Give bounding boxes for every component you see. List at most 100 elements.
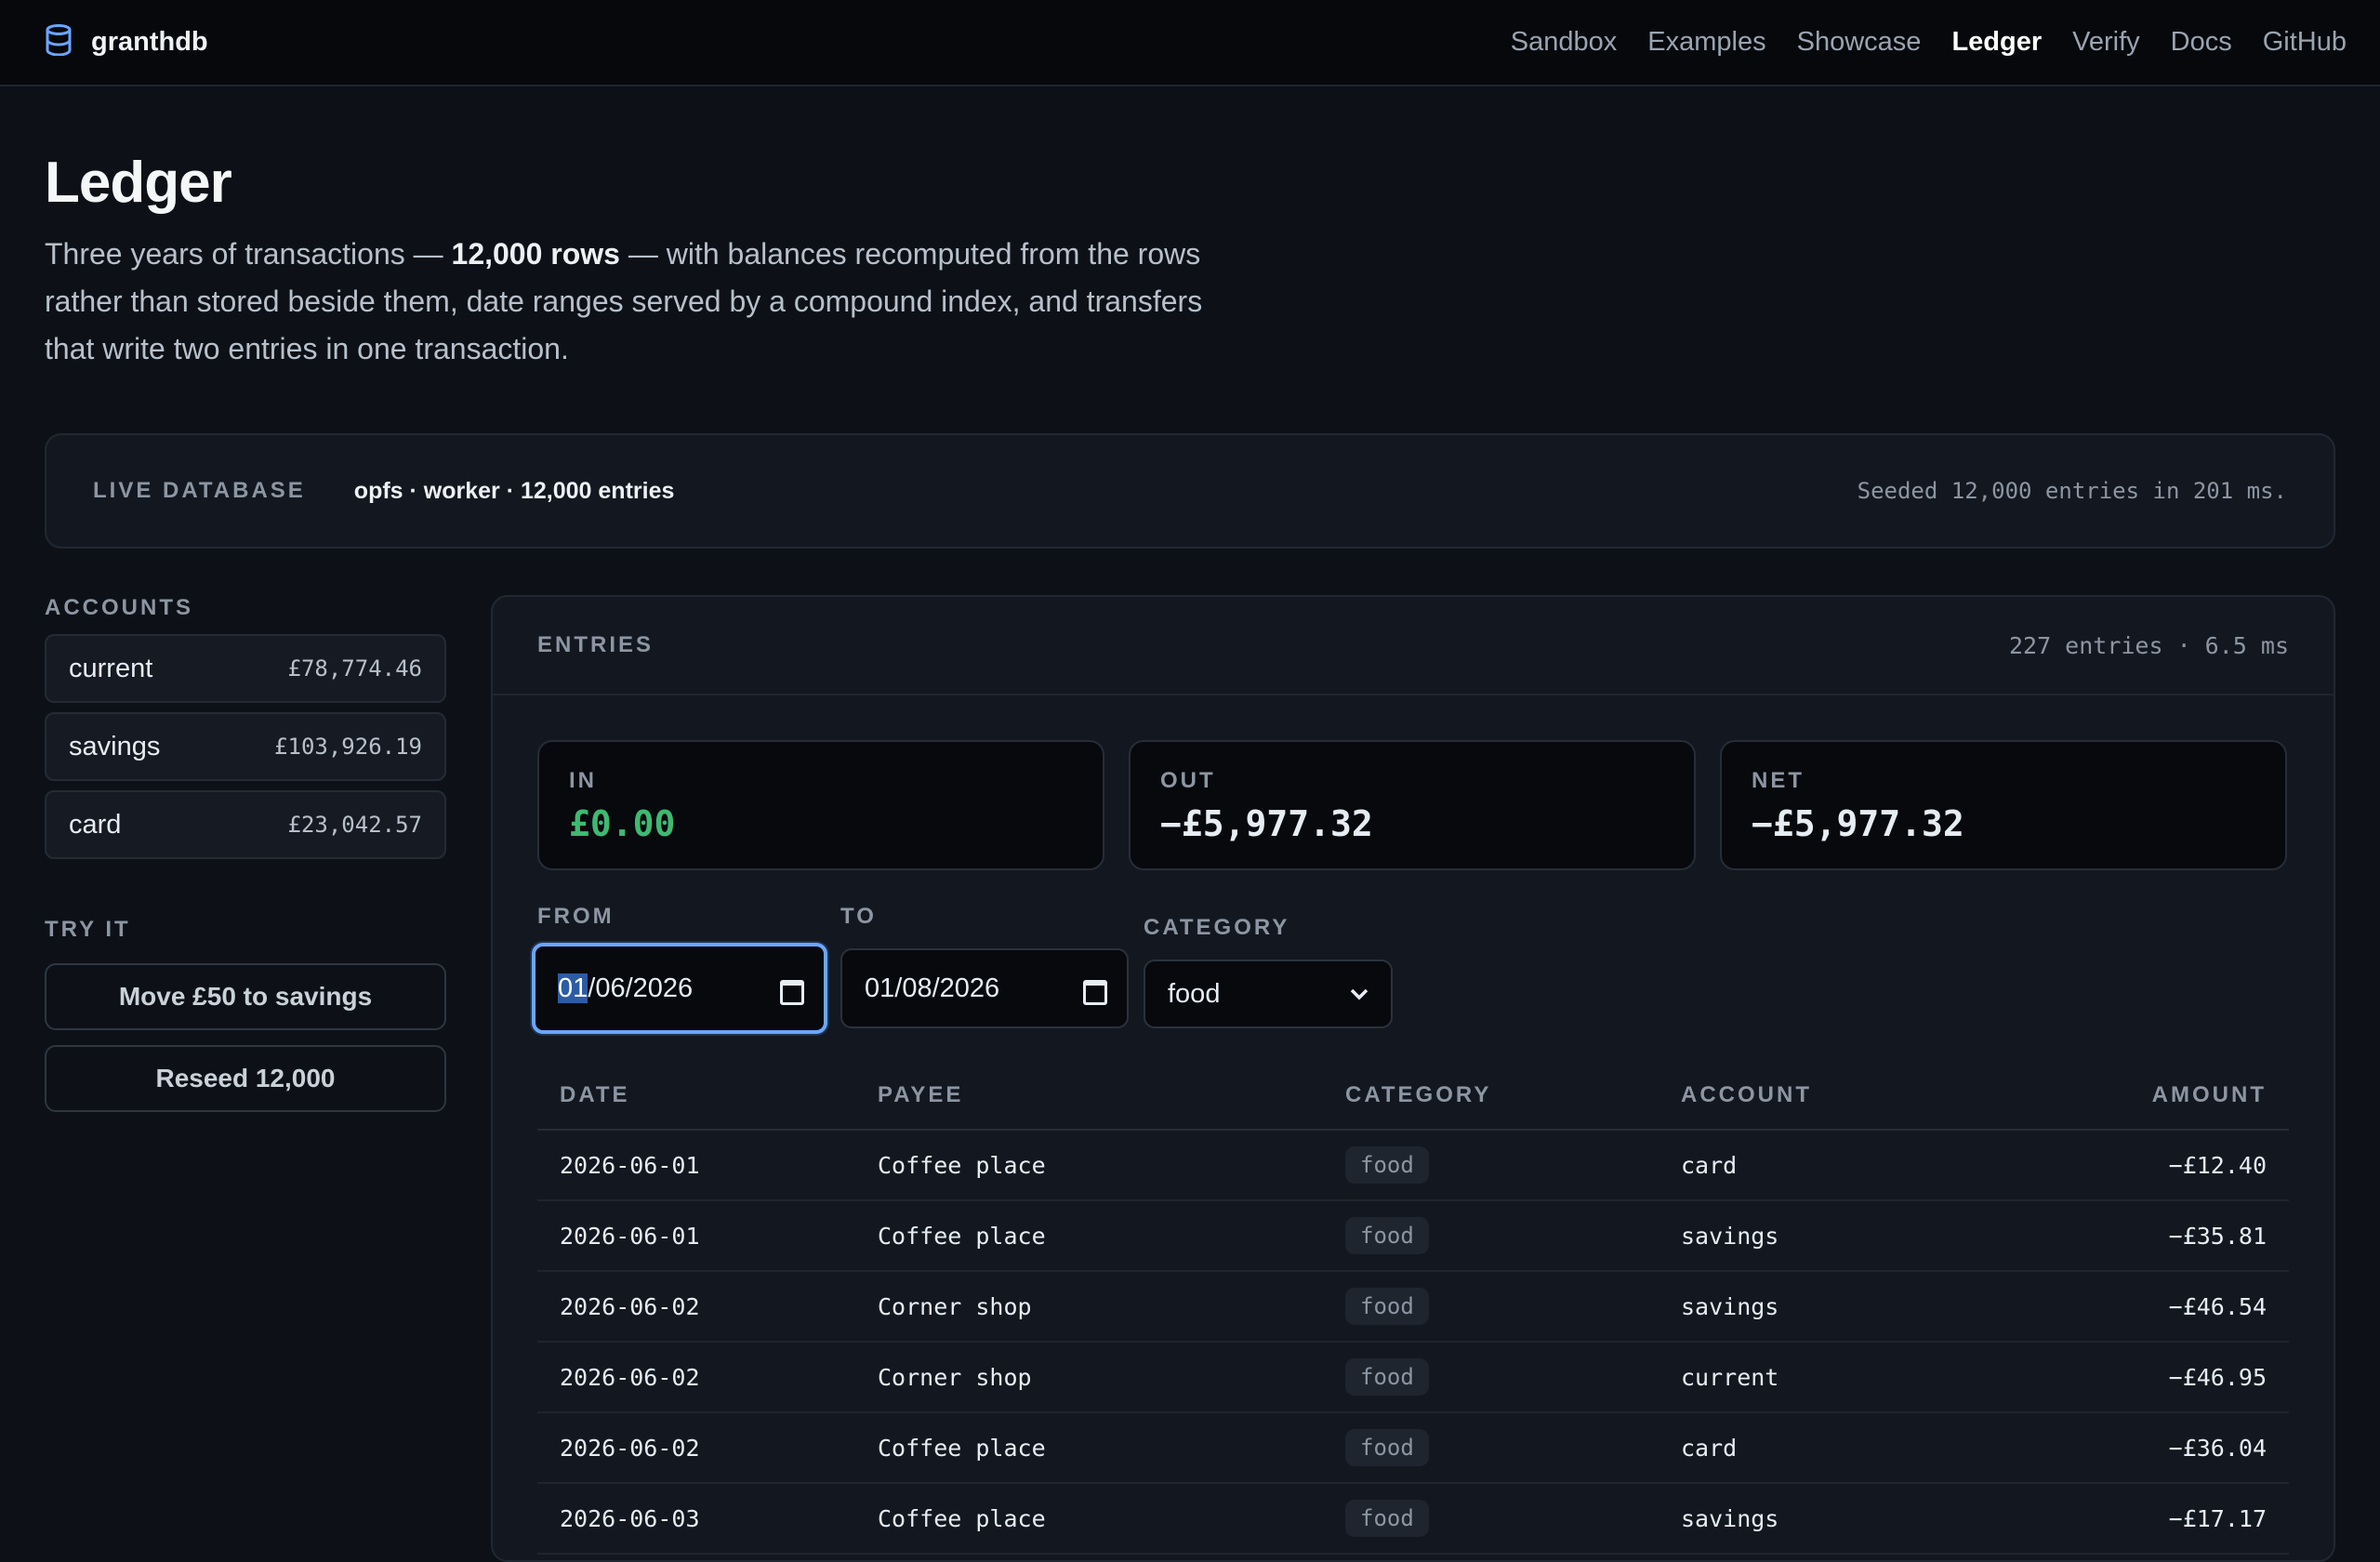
page-title: Ledger [45, 151, 232, 215]
reseed-button[interactable]: Reseed 12,000 [45, 1045, 446, 1112]
col-category[interactable]: CATEGORY [1345, 1082, 1681, 1108]
stat-in-label: IN [569, 768, 597, 793]
nav-docs[interactable]: Docs [2171, 27, 2232, 58]
database-meta: opfs · worker · 12,000 entries [353, 477, 675, 504]
from-date-input[interactable]: 01/06/2026 [532, 943, 827, 1034]
cell-payee: Corner shop [878, 1363, 1032, 1391]
stat-in-value: £0.00 [569, 803, 676, 844]
live-database-label: LIVE DATABASE [93, 478, 306, 503]
nav-github[interactable]: GitHub [2263, 27, 2347, 58]
table-row[interactable]: 2026-06-02 Corner shop food current −£46… [537, 1343, 2289, 1413]
accounts-heading: ACCOUNTS [45, 595, 193, 620]
database-icon [45, 24, 73, 60]
cell-amount: −£17.17 [2168, 1504, 2267, 1532]
account-card[interactable]: card £23,042.57 [45, 790, 446, 859]
cell-payee: Coffee place [878, 1151, 1046, 1179]
lead-text-1: Three years of transactions — [45, 237, 452, 271]
entries-table: DATE PAYEE CATEGORY ACCOUNT AMOUNT 2026-… [537, 1062, 2289, 1555]
account-current[interactable]: current £78,774.46 [45, 634, 446, 703]
from-date-value: 01/06/2026 [558, 973, 693, 1004]
category-tag: food [1345, 1500, 1429, 1537]
brand-name: granthdb [91, 27, 208, 57]
nav-ledger[interactable]: Ledger [1951, 27, 2042, 58]
entries-panel: ENTRIES 227 entries · 6.5 ms IN £0.00 OU… [491, 595, 2335, 1562]
category-tag: food [1345, 1429, 1429, 1466]
table-header: DATE PAYEE CATEGORY ACCOUNT AMOUNT [537, 1062, 2289, 1131]
cell-category: food [1345, 1146, 1681, 1184]
table-row[interactable]: 2026-06-03 Coffee place food savings −£1… [537, 1484, 2289, 1555]
nav-verify[interactable]: Verify [2072, 27, 2140, 58]
from-date-rest: /06/2026 [588, 973, 694, 1003]
category-label: CATEGORY [1144, 915, 1290, 940]
cell-amount: −£12.40 [2168, 1151, 2267, 1179]
cell-account: card [1681, 1151, 1738, 1179]
cell-date: 2026-06-02 [560, 1434, 700, 1462]
page-description: Three years of transactions — 12,000 row… [45, 231, 1216, 373]
account-balance: £78,774.46 [287, 655, 423, 682]
stat-net-label: NET [1752, 768, 1805, 793]
stat-net-value: −£5,977.32 [1752, 803, 1964, 844]
stat-out-label: OUT [1160, 768, 1216, 793]
cell-amount: −£35.81 [2168, 1222, 2267, 1250]
cell-amount: −£46.54 [2168, 1292, 2267, 1320]
category-tag: food [1345, 1146, 1429, 1184]
nav-showcase[interactable]: Showcase [1797, 27, 1922, 58]
account-balance: £103,926.19 [274, 734, 422, 760]
cell-date: 2026-06-02 [560, 1363, 700, 1391]
table-row[interactable]: 2026-06-01 Coffee place food card −£12.4… [537, 1131, 2289, 1201]
cell-category: food [1345, 1217, 1681, 1254]
cell-category: food [1345, 1288, 1681, 1325]
stat-out-value: −£5,977.32 [1160, 803, 1373, 844]
chevron-down-icon [1350, 982, 1368, 1006]
nav-sandbox[interactable]: Sandbox [1511, 27, 1618, 58]
to-date-input[interactable]: 01/08/2026 [840, 948, 1129, 1028]
category-select[interactable]: food [1144, 960, 1393, 1028]
cell-date: 2026-06-02 [560, 1292, 700, 1320]
move-to-savings-button[interactable]: Move £50 to savings [45, 963, 446, 1030]
entries-summary: 227 entries · 6.5 ms [2008, 631, 2289, 659]
account-name: card [69, 809, 122, 840]
stat-out: OUT −£5,977.32 [1129, 740, 1696, 870]
table-row[interactable]: 2026-06-02 Coffee place food card −£36.0… [537, 1413, 2289, 1484]
cell-category: food [1345, 1429, 1681, 1466]
to-label: TO [840, 904, 877, 929]
cell-account: card [1681, 1434, 1738, 1462]
nav-examples[interactable]: Examples [1647, 27, 1765, 58]
from-label: FROM [537, 904, 615, 929]
brand[interactable]: granthdb [45, 24, 208, 60]
cell-category: food [1345, 1358, 1681, 1396]
entries-header: ENTRIES 227 entries · 6.5 ms [493, 597, 2334, 695]
stat-net: NET −£5,977.32 [1720, 740, 2287, 870]
col-amount[interactable]: AMOUNT [2034, 1082, 2289, 1108]
try-it-heading: TRY IT [45, 917, 131, 942]
col-account[interactable]: ACCOUNT [1681, 1082, 2034, 1108]
col-date[interactable]: DATE [537, 1082, 878, 1108]
cell-category: food [1345, 1500, 1681, 1537]
account-balance: £23,042.57 [287, 812, 423, 838]
col-payee[interactable]: PAYEE [878, 1082, 1345, 1108]
cell-payee: Coffee place [878, 1434, 1046, 1462]
table-row[interactable]: 2026-06-01 Coffee place food savings −£3… [537, 1201, 2289, 1272]
cell-payee: Coffee place [878, 1222, 1046, 1250]
table-row[interactable]: 2026-06-02 Corner shop food savings −£46… [537, 1272, 2289, 1343]
calendar-icon[interactable] [1082, 977, 1107, 1005]
category-select-value: food [1168, 978, 1221, 1009]
cell-payee: Coffee place [878, 1504, 1046, 1532]
top-navbar: granthdb Sandbox Examples Showcase Ledge… [0, 0, 2380, 86]
cell-date: 2026-06-01 [560, 1151, 700, 1179]
main-nav: Sandbox Examples Showcase Ledger Verify … [1511, 27, 2347, 58]
cell-date: 2026-06-01 [560, 1222, 700, 1250]
sidebar: ACCOUNTS current £78,774.46 savings £103… [45, 595, 446, 1112]
totals: IN £0.00 OUT −£5,977.32 NET −£5,977.32 [537, 740, 2287, 870]
cell-date: 2026-06-03 [560, 1504, 700, 1532]
lead-emphasis: 12,000 rows [451, 237, 620, 271]
from-date-day-segment: 01 [558, 973, 588, 1003]
account-savings[interactable]: savings £103,926.19 [45, 712, 446, 781]
category-tag: food [1345, 1358, 1429, 1396]
to-date-value: 01/08/2026 [865, 973, 1000, 1003]
cell-account: current [1681, 1363, 1779, 1391]
seed-status: Seeded 12,000 entries in 201 ms. [1857, 478, 2287, 504]
calendar-icon[interactable] [779, 977, 804, 1005]
category-tag: food [1345, 1217, 1429, 1254]
cell-account: savings [1681, 1292, 1779, 1320]
